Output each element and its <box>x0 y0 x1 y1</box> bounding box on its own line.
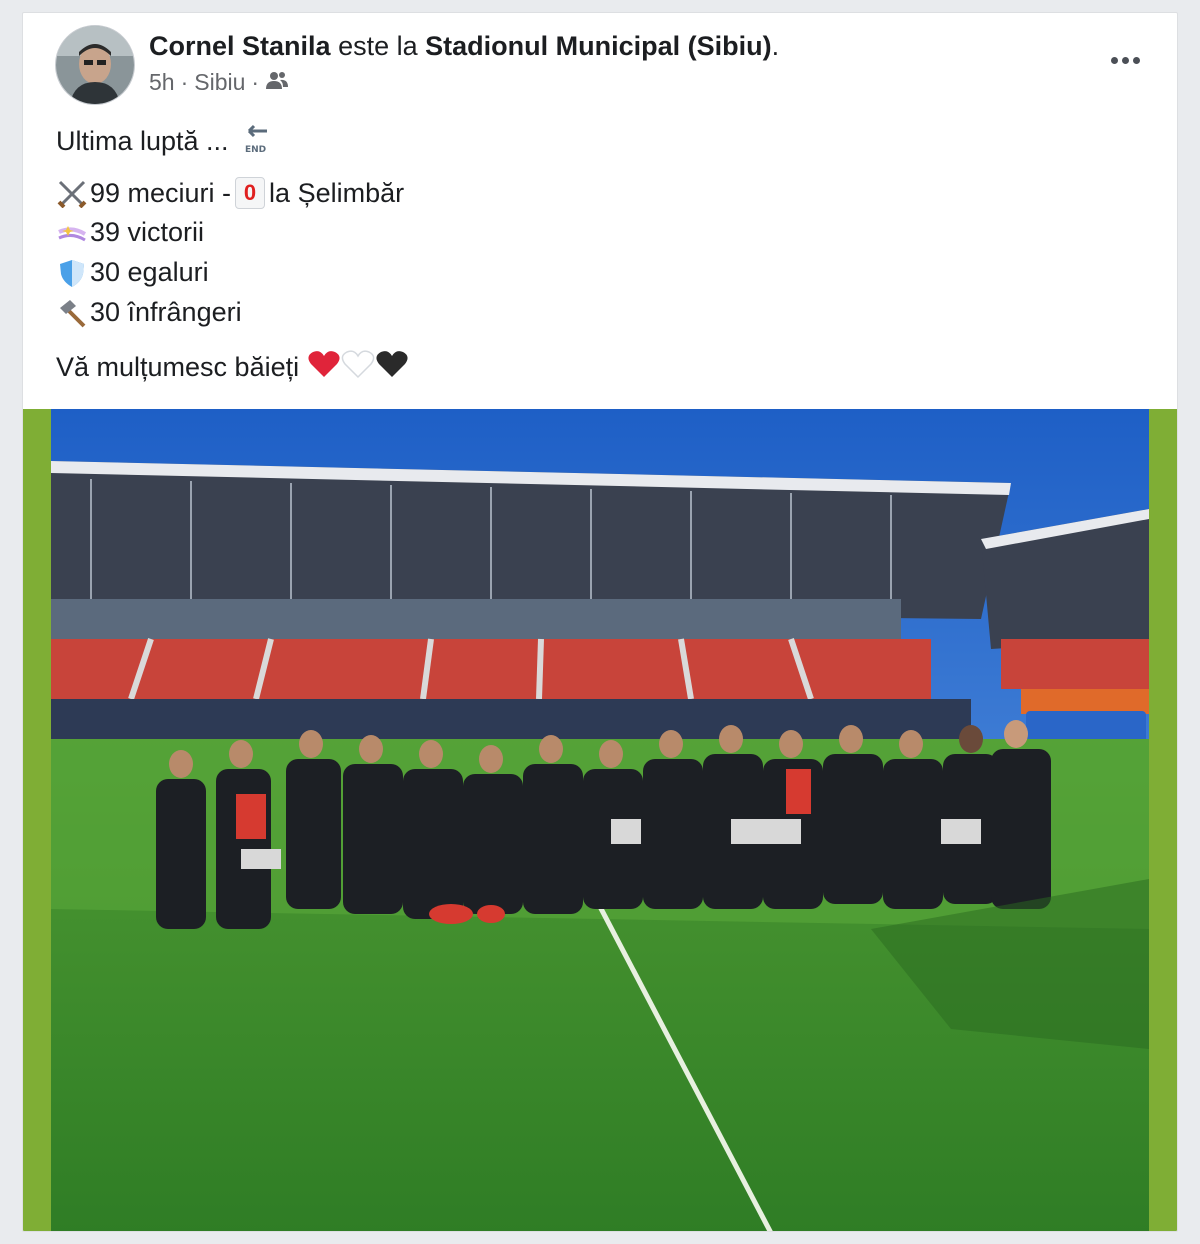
post-photo[interactable] <box>23 409 1177 1231</box>
stat-draws-text: 30 egaluri <box>90 257 209 287</box>
post-meta: 5h · Sibiu · <box>149 69 289 96</box>
facebook-post: Cornel Stanila este la Stadionul Municip… <box>22 12 1178 1232</box>
zero-badge: 0 <box>235 177 266 209</box>
black-heart-icon <box>375 349 409 386</box>
stat-wins-text: 39 victorii <box>90 217 205 247</box>
check-in-connector: este la <box>338 31 418 61</box>
meta-separator: · <box>180 69 189 95</box>
post-line-1-text: Ultima luptă ... <box>56 126 229 156</box>
crossed-swords-icon <box>56 178 88 209</box>
stat-losses-text: 30 înfrângeri <box>90 297 242 327</box>
author-avatar[interactable] <box>55 25 135 105</box>
more-options-icon[interactable] <box>1105 45 1145 75</box>
thanks-line: Vă mulțumesc băieți <box>56 349 409 386</box>
team-stadium-photo <box>51 409 1149 1231</box>
stat-row-draws: 30 egaluri <box>56 257 209 288</box>
stat-row-wins: 39 victorii <box>56 217 204 248</box>
thanks-text: Vă mulțumesc băieți <box>56 352 300 382</box>
stat-row-matches: 99 meciuri - 0 la Șelimbăr <box>56 177 404 209</box>
post-time[interactable]: 5h <box>149 69 175 96</box>
place-name[interactable]: Stadionul Municipal (Sibiu) <box>425 31 771 61</box>
header-period: . <box>771 31 780 61</box>
red-heart-icon <box>307 349 341 386</box>
stat-location-text: la Șelimbăr <box>269 177 405 208</box>
end-arrow-icon: END <box>241 121 271 162</box>
svg-text:END: END <box>245 145 266 155</box>
post-location[interactable]: Sibiu <box>194 69 245 96</box>
hammer-icon <box>56 298 88 328</box>
stat-row-losses: 30 înfrângeri <box>56 297 242 328</box>
post-header: Cornel Stanila este la Stadionul Municip… <box>149 29 779 63</box>
shield-icon <box>56 258 88 288</box>
meta-separator-2: · <box>251 69 260 95</box>
post-line-1: Ultima luptă ... END <box>56 121 271 162</box>
white-heart-icon <box>341 349 375 386</box>
friends-icon[interactable] <box>265 69 289 96</box>
stat-matches-text: 99 meciuri - <box>90 177 232 208</box>
author-name[interactable]: Cornel Stanila <box>149 31 331 61</box>
zero-badge-value: 0 <box>243 180 257 205</box>
sparkles-icon <box>56 218 88 248</box>
